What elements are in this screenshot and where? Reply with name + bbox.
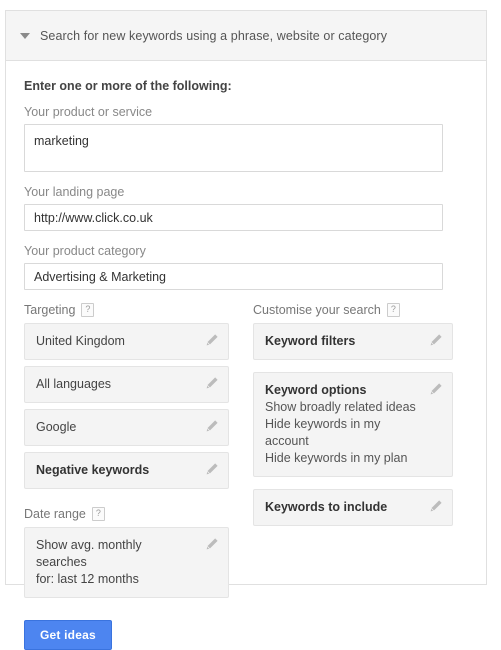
- help-question-icon[interactable]: ?: [386, 303, 400, 317]
- targeting-card-location[interactable]: United Kingdom: [24, 323, 229, 360]
- date-range-line-1: Show avg. monthly searches: [36, 538, 142, 569]
- keyword-option-item: Hide keywords in my account: [265, 417, 381, 448]
- product-or-service-block: Your product or service: [24, 105, 468, 172]
- targeting-card-negative-keywords[interactable]: Negative keywords: [24, 452, 229, 489]
- product-category-label: Your product category: [24, 244, 146, 258]
- panel-header-toggle[interactable]: Search for new keywords using a phrase, …: [6, 11, 486, 61]
- keywords-to-include-label: Keywords to include: [265, 500, 388, 514]
- targeting-heading: Targeting ?: [24, 303, 229, 317]
- pencil-edit-icon[interactable]: [429, 382, 443, 396]
- landing-page-input[interactable]: [24, 204, 443, 231]
- targeting-card-language[interactable]: All languages: [24, 366, 229, 403]
- pencil-edit-icon[interactable]: [205, 376, 219, 390]
- date-range-title: Date range: [24, 507, 86, 521]
- get-ideas-button[interactable]: Get ideas: [24, 620, 112, 650]
- keyword-filters-card[interactable]: Keyword filters: [253, 323, 453, 360]
- targeting-card-location-label: United Kingdom: [36, 334, 125, 348]
- chevron-down-icon: [20, 32, 30, 39]
- targeting-card-negative-keywords-label: Negative keywords: [36, 463, 150, 477]
- pencil-edit-icon[interactable]: [205, 462, 219, 476]
- help-question-icon[interactable]: ?: [81, 303, 95, 317]
- customise-title: Customise your search: [253, 303, 381, 317]
- keyword-option-item: Show broadly related ideas: [265, 400, 416, 414]
- keyword-options-card[interactable]: Keyword options Show broadly related ide…: [253, 372, 453, 477]
- customise-column: Customise your search ? Keyword filters …: [253, 303, 453, 650]
- landing-page-block: Your landing page: [24, 185, 468, 231]
- keyword-planner-panel: Search for new keywords using a phrase, …: [5, 10, 487, 650]
- keyword-option-item: Hide keywords in my plan: [265, 451, 408, 465]
- help-question-icon[interactable]: ?: [91, 507, 105, 521]
- product-category-block: Your product category: [24, 244, 468, 290]
- landing-page-label: Your landing page: [24, 185, 125, 199]
- pencil-edit-icon[interactable]: [205, 333, 219, 347]
- date-range-card[interactable]: Show avg. monthly searches for: last 12 …: [24, 527, 229, 598]
- options-columns: Targeting ? United Kingdom All languages: [24, 303, 468, 650]
- keyword-filters-label: Keyword filters: [265, 334, 356, 348]
- keywords-to-include-card[interactable]: Keywords to include: [253, 489, 453, 526]
- keyword-options-label: Keyword options: [265, 383, 367, 397]
- panel-title: Search for new keywords using a phrase, …: [40, 28, 388, 43]
- targeting-column: Targeting ? United Kingdom All languages: [24, 303, 229, 650]
- targeting-title: Targeting: [24, 303, 76, 317]
- targeting-card-network[interactable]: Google: [24, 409, 229, 446]
- targeting-card-language-label: All languages: [36, 377, 112, 391]
- date-range-heading: Date range ?: [24, 507, 229, 521]
- pencil-edit-icon[interactable]: [429, 333, 443, 347]
- targeting-card-network-label: Google: [36, 420, 77, 434]
- form-intro-label: Enter one or more of the following:: [24, 79, 232, 93]
- date-range-line-2: for: last 12 months: [36, 572, 139, 586]
- pencil-edit-icon[interactable]: [205, 419, 219, 433]
- product-or-service-label: Your product or service: [24, 105, 153, 119]
- column-spacer: [24, 495, 229, 507]
- product-category-input[interactable]: [24, 263, 443, 290]
- pencil-edit-icon[interactable]: [205, 537, 219, 551]
- pencil-edit-icon[interactable]: [429, 499, 443, 513]
- product-or-service-input[interactable]: [24, 124, 443, 172]
- customise-heading: Customise your search ?: [253, 303, 453, 317]
- panel-body: Enter one or more of the following: Your…: [6, 61, 486, 650]
